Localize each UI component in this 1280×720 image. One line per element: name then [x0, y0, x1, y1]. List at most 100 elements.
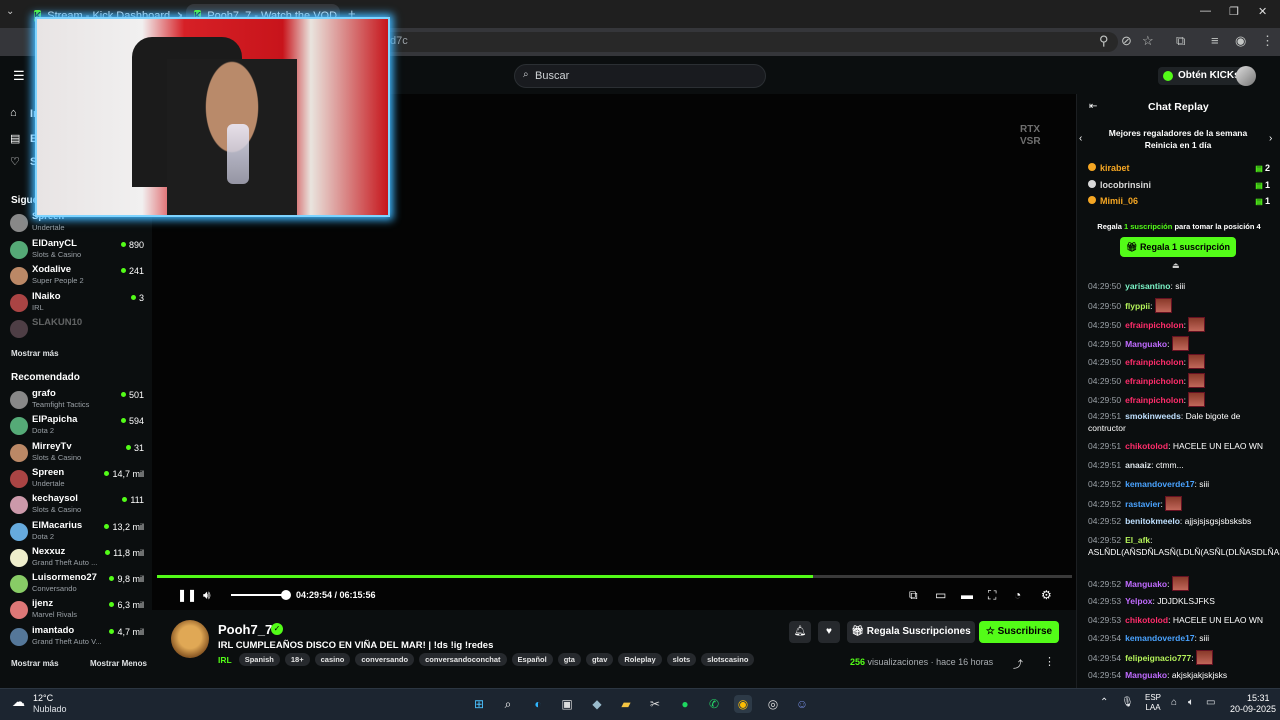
microphone-icon[interactable]: 🎙︎ — [1121, 697, 1134, 708]
chat-username[interactable]: efrainpicholon — [1125, 320, 1184, 330]
chat-username[interactable]: El_afk — [1125, 535, 1150, 545]
clock-time[interactable]: 15:31 — [1247, 693, 1270, 703]
chat-username[interactable]: yarisantino — [1125, 281, 1170, 291]
category-link[interactable]: IRL — [218, 655, 232, 665]
hamburger-menu-icon[interactable]: ☰ — [13, 68, 25, 84]
channel-item[interactable]: kechaysol Slots & Casino 111 — [10, 493, 144, 519]
channel-item[interactable]: ElPapicha Dota 2 594 — [10, 414, 144, 440]
minimize-icon[interactable]: — — [1200, 5, 1211, 17]
notification-bell-icon[interactable]: 🔔︎ — [789, 621, 811, 643]
home-icon[interactable]: ⌂ — [10, 107, 17, 119]
store-icon[interactable]: ▣ — [558, 695, 576, 713]
whatsapp-icon[interactable]: ✆ — [705, 695, 723, 713]
channel-item[interactable]: grafo Teamfight Tactics 501 — [10, 388, 144, 414]
tag-chip[interactable]: gtav — [585, 653, 614, 666]
channel-item[interactable]: Luisormeno27 Conversando 9,8 mil — [10, 572, 144, 598]
theater-mode-icon[interactable]: ▭ — [935, 588, 946, 602]
network-icon[interactable]: ⌂ — [1171, 697, 1177, 708]
address-bar[interactable]: d7c — [358, 32, 1118, 52]
leaderboard-row[interactable]: Mimii_06 1 — [1088, 196, 1270, 210]
tag-chip[interactable]: slots — [666, 653, 697, 666]
gift-one-sub-button[interactable]: 🎁︎ Regala 1 suscripción — [1120, 237, 1236, 257]
taskbar-search-icon[interactable]: ⌕ — [499, 695, 517, 713]
snipping-tool-icon[interactable]: ✂ — [646, 695, 664, 713]
chat-username[interactable]: benitokmeelo — [1125, 516, 1180, 526]
pause-icon[interactable]: ❚❚ — [177, 588, 197, 602]
app-icon[interactable]: ◆ — [588, 695, 606, 713]
chat-username[interactable]: Yelpox — [1125, 596, 1152, 606]
chat-username[interactable]: kemandoverde17 — [1125, 479, 1194, 489]
discord-icon[interactable]: ☺ — [793, 695, 811, 713]
streamer-avatar[interactable] — [171, 620, 209, 658]
browser-menu-icon[interactable]: ⋮ — [1261, 33, 1274, 49]
heart-icon[interactable]: ♡ — [10, 155, 20, 168]
channel-item[interactable]: INaiko IRL 3 — [10, 291, 144, 317]
channel-item[interactable]: Xodalive Super People 2 241 — [10, 264, 144, 290]
chrome-icon[interactable]: ◉ — [734, 695, 752, 713]
bookmark-star-icon[interactable]: ☆ — [1142, 33, 1154, 49]
show-more-recommended[interactable]: Mostrar más — [11, 659, 59, 668]
clock-date[interactable]: 20-09-2025 — [1230, 704, 1276, 714]
spotify-icon[interactable]: ● — [676, 695, 694, 713]
profile-icon[interactable]: ◉ — [1235, 33, 1246, 49]
eye-off-icon[interactable]: ⊘ — [1121, 33, 1132, 49]
tag-chip[interactable]: conversando — [355, 653, 415, 666]
wide-mode-icon[interactable]: ▬ — [961, 588, 973, 602]
weather-icon[interactable]: ☁ — [12, 694, 25, 710]
tag-chip[interactable]: Spanish — [238, 653, 280, 666]
chat-username[interactable]: efrainpicholon — [1125, 395, 1184, 405]
file-explorer-icon[interactable]: ▰ — [617, 695, 635, 713]
chat-menu-icon[interactable]: ⇤ — [1089, 101, 1097, 112]
user-avatar[interactable] — [1236, 66, 1256, 86]
chat-username[interactable]: chikotolod — [1125, 615, 1168, 625]
follow-heart-icon[interactable]: ♥ — [818, 621, 840, 643]
chat-username[interactable]: efrainpicholon — [1125, 376, 1184, 386]
chat-username[interactable]: anaaiz — [1125, 460, 1151, 470]
speaker-icon[interactable]: 🔈︎ — [1188, 697, 1194, 708]
channel-item[interactable]: MirreyTv Slots & Casino 31 — [10, 441, 144, 467]
leaderboard-row[interactable]: locobrinsini 1 — [1088, 179, 1270, 194]
search-input[interactable]: ⌕ Buscar — [514, 64, 766, 88]
get-kicks-button[interactable]: Obtén KICKs — [1158, 67, 1246, 85]
tag-chip[interactable]: Español — [511, 653, 553, 666]
chat-username[interactable]: flyppii — [1125, 301, 1150, 311]
chat-username[interactable]: Manguako — [1125, 339, 1167, 349]
edge-icon[interactable]: ◐ — [529, 695, 547, 713]
volume-knob[interactable] — [281, 590, 291, 600]
gift-subs-button[interactable]: 🎁︎ Regala Suscripciones — [847, 621, 975, 643]
tag-chip[interactable]: casino — [314, 653, 351, 666]
zoom-icon[interactable]: ⚲ — [1099, 33, 1109, 49]
chat-username[interactable]: kemandoverde17 — [1125, 633, 1194, 643]
channel-item[interactable]: ElDanyCL Slots & Casino 890 — [10, 238, 144, 264]
tab-search-icon[interactable]: ⌄ — [6, 6, 14, 17]
collapse-leaderboard-icon[interactable]: ⏏ — [1172, 261, 1180, 270]
speed-icon[interactable]: ◔ — [1014, 588, 1021, 602]
obs-icon[interactable]: ◎ — [764, 695, 782, 713]
language-indicator[interactable]: ESP LAA — [1145, 693, 1161, 713]
leaderboard-row[interactable]: kirabet 2 — [1088, 163, 1270, 177]
chat-username[interactable]: Manguako — [1125, 579, 1167, 589]
weather-desc[interactable]: Nublado — [33, 704, 67, 714]
close-window-icon[interactable]: ✕ — [1258, 5, 1267, 18]
leaderboard-prev-icon[interactable]: ‹ — [1079, 133, 1082, 144]
tag-chip[interactable]: gta — [557, 653, 581, 666]
weather-temp[interactable]: 12°C — [33, 693, 53, 703]
chat-username[interactable]: smokinweeds — [1125, 411, 1181, 421]
tag-chip[interactable]: slotscasino — [701, 653, 755, 666]
tag-chip[interactable]: Roleplay — [618, 653, 662, 666]
subscribe-button[interactable]: ☆ Suscribirse — [979, 621, 1059, 643]
chat-username[interactable]: chikotolod — [1125, 441, 1168, 451]
media-icon[interactable]: ≡ — [1211, 33, 1219, 48]
chat-username[interactable]: Manguako — [1125, 670, 1167, 680]
fullscreen-icon[interactable]: ⛶ — [988, 588, 996, 603]
channel-item[interactable]: SLAKUN10 — [10, 317, 144, 343]
channel-item[interactable]: Spreen Undertale 14,7 mil — [10, 467, 144, 493]
battery-icon[interactable]: ▭ — [1206, 697, 1215, 708]
more-options-icon[interactable]: ⋮ — [1044, 655, 1055, 668]
progress-bar[interactable] — [157, 575, 1072, 578]
chat-username[interactable]: efrainpicholon — [1125, 357, 1184, 367]
channel-item[interactable]: ElMacarius Dota 2 13,2 mil — [10, 520, 144, 546]
show-more-following[interactable]: Mostrar más — [11, 349, 59, 358]
restore-icon[interactable]: ❐ — [1229, 5, 1239, 18]
chat-username[interactable]: rastavier — [1125, 499, 1160, 509]
